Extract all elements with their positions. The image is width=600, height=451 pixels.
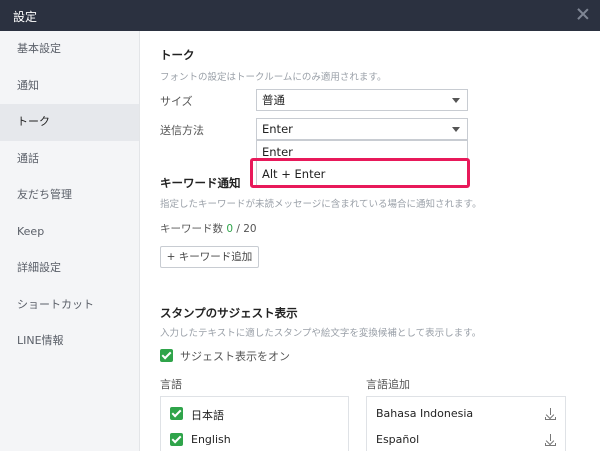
add-language-header: 言語追加 xyxy=(366,378,410,391)
download-icon[interactable] xyxy=(545,434,556,446)
sidebar-item-shortcuts[interactable]: ショートカット xyxy=(0,287,139,324)
add-keyword-button[interactable]: + キーワード追加 xyxy=(160,246,259,268)
settings-content: トーク フォントの設定はトークルームにのみ適用されます。 サイズ 普通 送信方法… xyxy=(140,31,600,451)
list-item[interactable]: English xyxy=(161,431,350,451)
keyword-description: 指定したキーワードが未読メッセージに含まれている場合に通知されます。 xyxy=(160,199,482,210)
suggest-label: サジェスト表示をオン xyxy=(180,350,290,363)
send-method-value: Enter xyxy=(262,122,293,136)
keyword-count-max: / 20 xyxy=(236,223,257,235)
send-method-select[interactable]: Enter xyxy=(256,118,468,140)
sticker-section-title: スタンプのサジェスト表示 xyxy=(160,306,298,320)
selected-languages-list: 日本語 English xyxy=(160,396,349,451)
list-item[interactable]: Bahasa Indonesia xyxy=(367,405,567,425)
language-label: Español xyxy=(376,433,420,446)
language-label: English xyxy=(191,433,231,446)
list-item[interactable]: Español xyxy=(367,431,567,451)
languages-header: 言語 xyxy=(160,378,182,391)
download-icon[interactable] xyxy=(545,408,556,420)
title-bar: 設定 xyxy=(0,0,600,31)
keyword-count: キーワード数 0 / 20 xyxy=(160,221,257,236)
talk-description: フォントの設定はトークルームにのみ適用されます。 xyxy=(160,72,387,83)
sidebar-item-advanced[interactable]: 詳細設定 xyxy=(0,250,139,287)
size-label: サイズ xyxy=(160,95,193,108)
sidebar-item-talk[interactable]: トーク xyxy=(0,104,139,141)
sticker-description: 入力したテキストに適したスタンプや絵文字を変換候補として表示します。 xyxy=(160,328,482,339)
language-checkbox[interactable] xyxy=(170,433,183,446)
list-item[interactable]: 日本語 xyxy=(161,405,350,425)
sidebar-item-calls[interactable]: 通話 xyxy=(0,141,139,178)
chevron-down-icon xyxy=(452,98,460,103)
dropdown-option-alt-enter[interactable]: Alt + Enter xyxy=(257,163,467,185)
language-label: 日本語 xyxy=(191,409,224,422)
available-languages-list: Bahasa Indonesia Español xyxy=(366,396,566,451)
keyword-section-title: キーワード通知 xyxy=(160,176,241,190)
keyword-count-value: 0 xyxy=(226,223,234,235)
sidebar-item-line-info[interactable]: LINE情報 xyxy=(0,323,139,360)
language-checkbox[interactable] xyxy=(170,407,183,420)
send-method-label: 送信方法 xyxy=(160,124,204,137)
suggest-checkbox[interactable] xyxy=(160,349,173,362)
language-label: Bahasa Indonesia xyxy=(376,407,474,420)
sidebar-item-basic[interactable]: 基本設定 xyxy=(0,31,139,68)
settings-sidebar: 基本設定 通知 トーク 通話 友だち管理 Keep 詳細設定 ショートカット L… xyxy=(0,31,140,451)
dropdown-option-enter[interactable]: Enter xyxy=(257,141,467,163)
close-icon[interactable] xyxy=(576,7,590,21)
talk-section-title: トーク xyxy=(160,48,195,62)
sidebar-item-notifications[interactable]: 通知 xyxy=(0,68,139,105)
size-select-value: 普通 xyxy=(262,93,285,107)
window-title: 設定 xyxy=(13,10,38,24)
send-method-dropdown: Enter Alt + Enter xyxy=(256,140,468,186)
sidebar-item-keep[interactable]: Keep xyxy=(0,214,139,251)
chevron-down-icon xyxy=(452,127,460,132)
size-select[interactable]: 普通 xyxy=(256,89,468,111)
keyword-count-label: キーワード数 xyxy=(160,223,223,235)
sidebar-item-friends[interactable]: 友だち管理 xyxy=(0,177,139,214)
